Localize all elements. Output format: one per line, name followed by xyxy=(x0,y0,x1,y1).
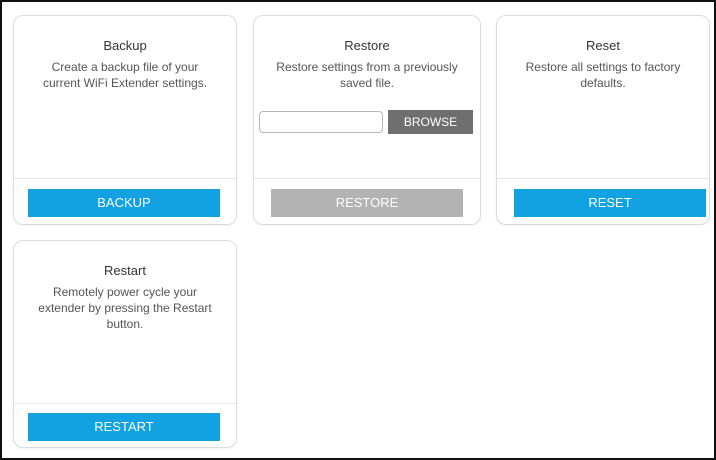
restart-desc-line: extender by pressing the Restart xyxy=(38,301,212,315)
reset-desc-line: defaults. xyxy=(580,76,626,90)
divider xyxy=(254,178,480,179)
restart-description: Remotely power cycle your extender by pr… xyxy=(26,284,224,332)
reset-desc-line: Restore all settings to factory xyxy=(525,60,681,74)
backup-title: Backup xyxy=(103,38,147,53)
restart-card: Restart Remotely power cycle your extend… xyxy=(13,240,237,448)
reset-button[interactable]: RESET xyxy=(514,189,706,217)
restart-desc-line: Remotely power cycle your xyxy=(52,285,198,299)
restore-description: Restore settings from a previously saved… xyxy=(266,59,468,91)
restart-title: Restart xyxy=(104,263,146,278)
backup-card: Backup Create a backup file of your curr… xyxy=(13,15,237,225)
restore-desc-line: saved file. xyxy=(339,76,395,90)
reset-card: Reset Restore all settings to factory de… xyxy=(496,15,710,225)
divider xyxy=(14,178,236,179)
reset-description: Restore all settings to factory defaults… xyxy=(509,59,697,91)
restore-desc-line: Restore settings from a previously xyxy=(276,60,458,74)
reset-title: Reset xyxy=(586,38,620,53)
main-frame: Backup Create a backup file of your curr… xyxy=(0,0,716,460)
backup-desc-line: Create a backup file of your xyxy=(51,60,199,74)
divider xyxy=(497,178,709,179)
backup-description: Create a backup file of your current WiF… xyxy=(26,59,224,91)
restart-desc-line: button. xyxy=(106,317,144,331)
restore-file-input[interactable] xyxy=(259,111,383,133)
restore-card: Restore Restore settings from a previous… xyxy=(253,15,481,225)
backup-button[interactable]: BACKUP xyxy=(28,189,220,217)
divider xyxy=(14,403,236,404)
browse-button[interactable]: BROWSE xyxy=(388,110,473,134)
restore-title: Restore xyxy=(344,38,390,53)
backup-desc-line: current WiFi Extender settings. xyxy=(42,76,208,90)
restart-button[interactable]: RESTART xyxy=(28,413,220,441)
restore-button[interactable]: RESTORE xyxy=(271,189,463,217)
